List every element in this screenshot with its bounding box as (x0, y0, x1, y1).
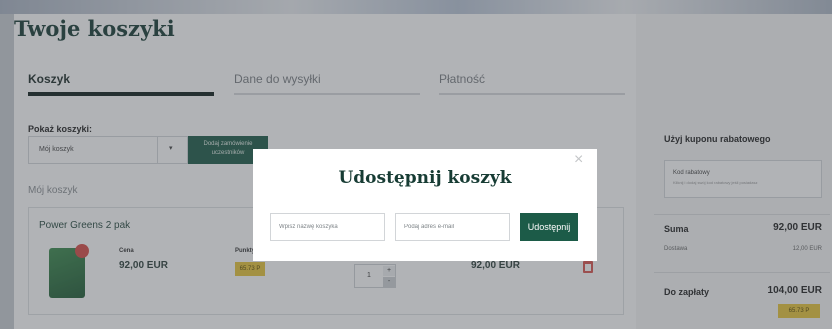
share-button[interactable]: Udostępnij (520, 213, 578, 241)
email-input[interactable] (395, 213, 510, 241)
close-icon[interactable]: × (574, 151, 583, 169)
cart-name-input[interactable] (270, 213, 385, 241)
modal-title: Udostępnij koszyk (338, 168, 512, 188)
share-cart-modal: × Udostępnij koszyk Udostępnij (253, 149, 597, 261)
